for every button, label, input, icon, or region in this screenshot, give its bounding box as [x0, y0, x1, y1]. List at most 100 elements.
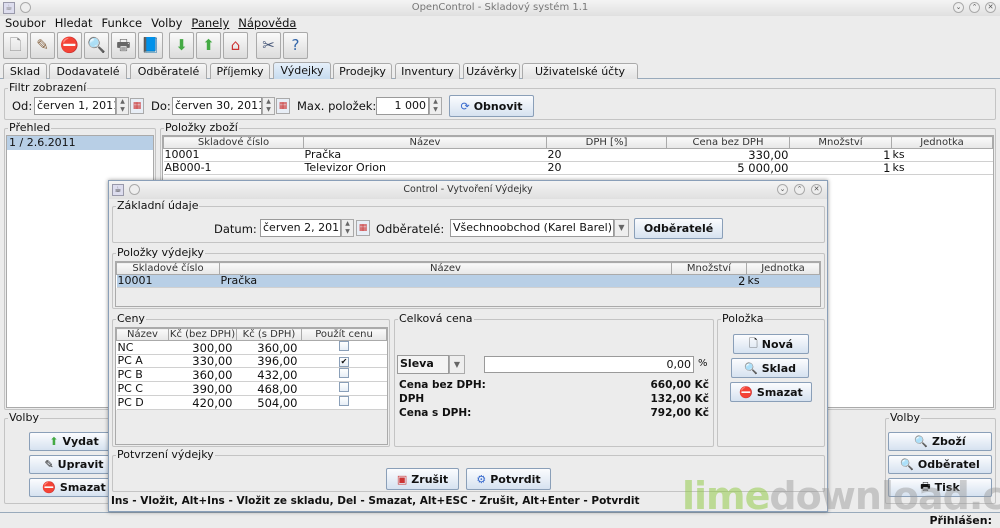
- menu-funkce[interactable]: Funkce: [101, 16, 142, 31]
- home-button[interactable]: ⌂: [223, 32, 248, 59]
- close-button[interactable]: ✕: [985, 2, 996, 13]
- book-button[interactable]: 📘: [138, 32, 163, 59]
- tab-7[interactable]: Uzávěrky: [463, 63, 520, 79]
- edit-button[interactable]: ✎: [30, 32, 55, 59]
- menu-napoveda[interactable]: Nápověda: [238, 16, 296, 31]
- from-calendar-icon[interactable]: ▦: [130, 98, 144, 114]
- dialog-menu-button[interactable]: [129, 184, 140, 195]
- date-input[interactable]: červen 2, 2011: [260, 219, 341, 237]
- table-row[interactable]: 10001 Pračka 2 ks: [116, 274, 820, 288]
- table-row[interactable]: PC D 420,00 504,00: [116, 395, 387, 410]
- use-price-checkbox[interactable]: [339, 396, 349, 406]
- column-header[interactable]: Použít cenu: [301, 328, 387, 341]
- menu-soubor[interactable]: Soubor: [5, 16, 46, 31]
- table-row[interactable]: PC B 360,00 432,00: [116, 367, 387, 382]
- goods-search-button[interactable]: 🔍 Zboží: [888, 432, 992, 451]
- cancel-button[interactable]: ▣ Zrušit: [386, 468, 459, 490]
- table-cell: 432,00: [236, 367, 302, 382]
- menu-hledat[interactable]: Hledat: [55, 16, 93, 31]
- table-row[interactable]: PC A 330,00 396,00 ✔: [116, 354, 387, 368]
- refresh-button[interactable]: ⟳ Obnovit: [449, 95, 534, 117]
- menu-panely[interactable]: Panely: [191, 16, 229, 31]
- confirm-label: Potvrdit: [490, 472, 541, 486]
- customers-button[interactable]: Odběratelé: [634, 218, 723, 239]
- customer-search-button[interactable]: 🔍 Odběratel: [888, 455, 992, 474]
- import-button[interactable]: ⬇: [169, 32, 194, 59]
- delete-button[interactable]: ⛔ Smazat: [29, 478, 119, 497]
- to-date-input[interactable]: červen 30, 2011: [172, 97, 262, 115]
- chevron-down-icon[interactable]: ▼: [449, 355, 465, 374]
- column-header[interactable]: Jednotka: [891, 136, 993, 149]
- print-button[interactable]: 🖶: [111, 32, 136, 59]
- confirm-button[interactable]: ⚙ Potvrdit: [466, 468, 551, 490]
- new-item-button[interactable]: 🗋 Nová: [733, 334, 809, 354]
- goods-items-title: Položky zboží: [164, 121, 239, 134]
- tab-1[interactable]: Dodavatelé: [49, 63, 127, 79]
- total-line-label: Cena bez DPH:: [399, 379, 486, 391]
- new-document-button[interactable]: 🗋: [3, 32, 28, 59]
- column-header[interactable]: Název: [116, 328, 169, 341]
- dialog-maximize-button[interactable]: ⌃: [794, 184, 805, 195]
- from-date-input[interactable]: červen 1, 2011: [34, 97, 116, 115]
- tab-4[interactable]: Výdejky: [273, 62, 331, 79]
- table-row[interactable]: 10001 Pračka 20 330,00 1 ks: [163, 148, 993, 162]
- settings-tools-button[interactable]: ✂: [256, 32, 281, 59]
- from-date-spinner[interactable]: ▲ ▼: [116, 97, 129, 115]
- tab-8[interactable]: Uživatelské účty: [522, 63, 638, 79]
- to-date-spinner[interactable]: ▲ ▼: [262, 97, 275, 115]
- column-header[interactable]: Množství: [671, 262, 747, 275]
- discount-input[interactable]: 0,00: [484, 356, 694, 373]
- maximize-button[interactable]: ⌃: [969, 2, 980, 13]
- column-header[interactable]: DPH [%]: [546, 136, 667, 149]
- calendar-icon[interactable]: ▦: [356, 220, 370, 236]
- discount-type-select[interactable]: Sleva: [397, 355, 449, 374]
- use-price-checkbox[interactable]: [339, 368, 349, 378]
- table-row[interactable]: AB000-1 Televizor Orion 20 5 000,00 1 ks: [163, 161, 993, 175]
- max-items-spinner[interactable]: ▲ ▼: [429, 97, 442, 115]
- table-cell: Televizor Orion: [303, 161, 547, 175]
- column-header[interactable]: Název: [303, 136, 547, 149]
- window-menu-button[interactable]: [20, 2, 31, 13]
- tab-0[interactable]: Sklad: [3, 63, 47, 79]
- use-price-checkbox[interactable]: ✔: [339, 357, 349, 367]
- column-header[interactable]: Jednotka: [746, 262, 820, 275]
- column-header[interactable]: Skladové číslo: [116, 262, 220, 275]
- table-row[interactable]: NC 300,00 360,00: [116, 340, 387, 355]
- delete-item-button[interactable]: ⛔ Smazat: [730, 382, 812, 402]
- tab-3[interactable]: Příjemky: [210, 63, 270, 79]
- tab-2[interactable]: Odběratelé: [130, 63, 207, 79]
- help-button[interactable]: ?: [283, 32, 308, 59]
- table-row[interactable]: PC C 390,00 468,00: [116, 381, 387, 396]
- menu-volby[interactable]: Volby: [151, 16, 182, 31]
- issue-button[interactable]: ⬆ Vydat: [29, 432, 119, 451]
- tab-5[interactable]: Prodejky: [333, 63, 392, 79]
- use-price-checkbox[interactable]: [339, 341, 349, 351]
- search-button[interactable]: 🔍: [84, 32, 109, 59]
- customer-select[interactable]: Všechnoobchod (Karel Barel): [450, 219, 614, 237]
- table-cell: PC D: [116, 395, 169, 410]
- home-icon: ⌂: [230, 36, 241, 54]
- date-spinner[interactable]: ▲ ▼: [341, 219, 354, 237]
- max-items-input[interactable]: 1 000: [376, 97, 429, 115]
- chevron-down-icon[interactable]: ▼: [614, 219, 629, 237]
- table-cell: 360,00: [236, 340, 302, 355]
- to-calendar-icon[interactable]: ▦: [276, 98, 290, 114]
- delete-button[interactable]: ⛔: [57, 32, 82, 59]
- tab-6[interactable]: Inventury: [395, 63, 460, 79]
- column-header[interactable]: Kč (s DPH): [236, 328, 302, 341]
- export-button[interactable]: ⬆: [196, 32, 221, 59]
- stock-button[interactable]: 🔍 Sklad: [731, 358, 809, 378]
- column-header[interactable]: Skladové číslo: [163, 136, 304, 149]
- edit-button[interactable]: ✎ Upravit: [29, 455, 119, 474]
- dialog-minimize-button[interactable]: ⌄: [777, 184, 788, 195]
- use-price-checkbox[interactable]: [339, 382, 349, 392]
- prices-table: Název Kč (bez DPH) Kč (s DPH) Použít cenu N…: [116, 328, 387, 410]
- minimize-button[interactable]: ⌄: [953, 2, 964, 13]
- dialog-title-bar: Control - Vytvoření Výdejky ☕ ⌄ ⌃ ✕: [109, 181, 827, 199]
- overview-list-item[interactable]: 1 / 2.6.2011: [7, 136, 153, 150]
- dialog-close-button[interactable]: ✕: [811, 184, 822, 195]
- column-header[interactable]: Množství: [789, 136, 892, 149]
- column-header[interactable]: Cena bez DPH: [666, 136, 790, 149]
- column-header[interactable]: Název: [219, 262, 672, 275]
- column-header[interactable]: Kč (bez DPH): [168, 328, 237, 341]
